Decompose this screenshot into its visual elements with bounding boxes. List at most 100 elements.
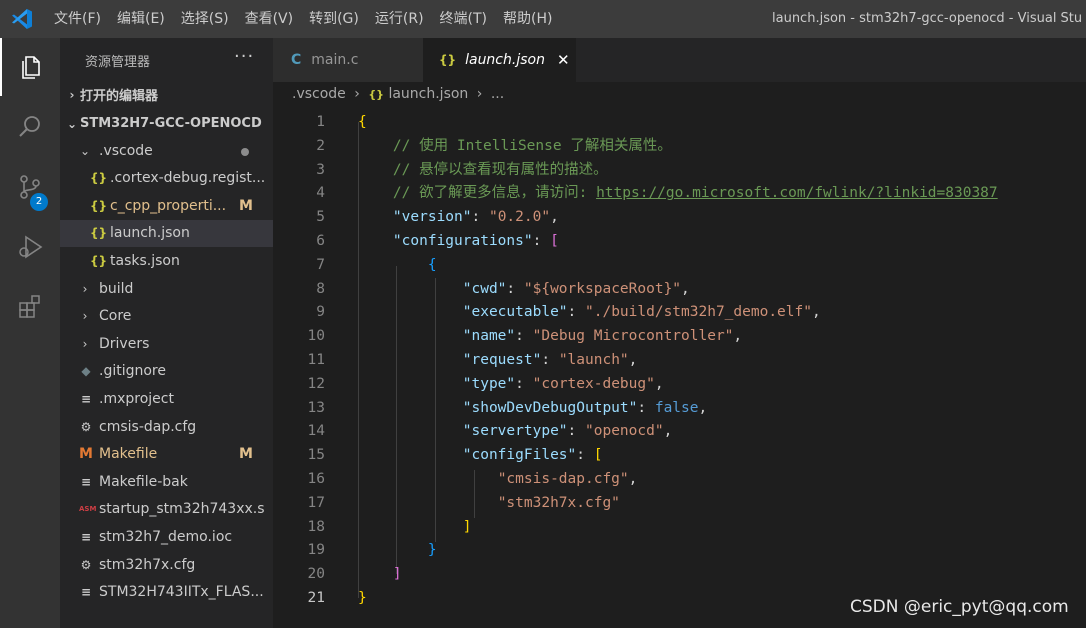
file-item[interactable]: ≡ Makefile-bak	[60, 468, 273, 495]
close-icon[interactable]: ✕	[557, 51, 570, 69]
line-number: 9	[316, 304, 325, 321]
menu-item[interactable]: 选择(S)	[173, 0, 237, 38]
file-item[interactable]: ⚙ stm32h7x.cfg	[60, 551, 273, 578]
open-editors-section[interactable]: › 打开的编辑器	[60, 81, 273, 108]
line-number: 18	[307, 518, 325, 535]
code-token: :	[637, 399, 655, 416]
menu-item[interactable]: 运行(R)	[367, 0, 432, 38]
menu-item[interactable]: 帮助(H)	[495, 0, 560, 38]
code-editor[interactable]: 1{2 // 使用 IntelliSense 了解相关属性。 3 // 悬停以查看…	[273, 110, 1086, 628]
file-item[interactable]: ≡ .mxproject	[60, 385, 273, 412]
json-file-icon: {}	[90, 226, 108, 241]
source-control-icon[interactable]: 2	[0, 158, 60, 216]
file-item[interactable]: ◆ .gitignore	[60, 358, 273, 385]
line-number: 16	[307, 471, 325, 487]
gear-icon: ⚙	[80, 419, 92, 434]
code-token: ,	[550, 209, 559, 226]
extensions-icon[interactable]	[0, 278, 60, 336]
explorer-title: 资源管理器	[85, 55, 151, 70]
code-line: 6 "configurations": [	[273, 229, 1086, 253]
chevron-right-icon: ›	[82, 281, 88, 296]
item-label: Makefile-bak	[99, 473, 188, 490]
code-text: "servertype": "openocd",	[358, 419, 673, 443]
project-root[interactable]: ⌄ STM32H7-GCC-OPENOCD	[60, 110, 273, 137]
more-actions-icon[interactable]: ···	[234, 46, 254, 67]
code-token: "launch"	[558, 352, 629, 368]
code-token: "openocd"	[585, 423, 664, 440]
code-line: 4 // 欲了解更多信息，请访问: https://go.microsoft.c…	[273, 181, 1086, 205]
tab-label: main.c	[311, 52, 359, 68]
menu-item[interactable]: 文件(F)	[46, 0, 109, 38]
menu-item[interactable]: 终端(T)	[432, 0, 495, 38]
window-title: launch.json - stm32h7-gcc-openocd - Visu…	[772, 11, 1083, 26]
menu-item[interactable]: 编辑(E)	[109, 0, 173, 38]
code-token: "showDevDebugOutput"	[462, 399, 638, 416]
item-label: cmsis-dap.cfg	[99, 418, 197, 435]
tab-main-c[interactable]: C main.c	[273, 38, 423, 82]
menu-item[interactable]: 转到(G)	[301, 0, 367, 38]
file-item[interactable]: ⚙ cmsis-dap.cfg	[60, 413, 273, 440]
folder-item[interactable]: ⌄ .vscode	[60, 137, 273, 164]
code-line: 9 "executable": "./build/stm32h7_demo.el…	[273, 300, 1086, 324]
file-item[interactable]: ≡ STM32H743IITx_FLAS...	[60, 579, 273, 606]
folder-item[interactable]: › build	[60, 275, 273, 302]
code-text: // 使用 IntelliSense 了解相关属性。	[358, 134, 672, 158]
folder-item[interactable]: › Drivers	[60, 330, 273, 357]
file-item[interactable]: M Makefile M	[60, 441, 273, 468]
code-token: // 悬停以查看现有属性的描述。	[392, 161, 608, 178]
file-item[interactable]: ≡ stm32h7_demo.ioc	[60, 523, 273, 550]
breadcrumb-separator: ›	[476, 86, 483, 102]
code-token: ,	[681, 280, 690, 297]
code-token: :	[515, 328, 533, 345]
code-token: ,	[811, 304, 821, 321]
run-debug-icon[interactable]	[0, 218, 60, 276]
gear-icon: ⚙	[80, 557, 92, 572]
title-bar: 文件(F) 编辑(E) 选择(S) 查看(V) 转到(G) 运行(R) 终端(T) 帮助(H)…	[0, 0, 1086, 38]
code-token: "executable"	[462, 304, 568, 321]
text-file-icon: ≡	[80, 474, 92, 489]
code-line: 20 ]	[273, 562, 1086, 586]
tab-launch-json[interactable]: {} launch.json ✕	[423, 38, 576, 82]
code-token: ,	[663, 423, 673, 440]
file-item[interactable]: {} c_cpp_properti... M	[60, 192, 273, 219]
breadcrumb-folder[interactable]: .vscode	[292, 86, 346, 102]
line-number: 2	[316, 137, 325, 154]
code-token: // 欲了解更多信息，请访问:	[392, 185, 597, 202]
code-text: "configFiles": [	[358, 443, 603, 467]
code-token: :	[506, 280, 524, 297]
folder-item[interactable]: › Core	[60, 303, 273, 330]
code-text: "name": "Debug Microcontroller",	[358, 324, 742, 348]
code-token: :	[532, 233, 551, 249]
breadcrumb-file[interactable]: launch.json	[388, 86, 468, 102]
breadcrumb-more[interactable]: ...	[491, 86, 504, 102]
code-token: :	[576, 447, 594, 464]
file-item[interactable]: {} .cortex-debug.regist...	[60, 165, 273, 192]
file-item[interactable]: {} tasks.json	[60, 247, 273, 274]
explorer-sidebar: 资源管理器 ··· › 打开的编辑器 ⌄ STM32H7-GCC-OPENOCD…	[60, 38, 273, 628]
file-item[interactable]: ASM startup_stm32h743xx.s	[60, 496, 273, 523]
search-icon[interactable]	[0, 98, 60, 156]
code-text: "executable": "./build/stm32h7_demo.elf"…	[358, 300, 821, 324]
code-token: "configFiles"	[462, 447, 577, 464]
code-token: }	[427, 542, 437, 559]
code-token: // 使用 IntelliSense 了解相关属性。	[392, 137, 672, 154]
code-token: "0.2.0"	[488, 209, 551, 226]
json-file-icon: {}	[439, 53, 457, 67]
menu-item[interactable]: 查看(V)	[237, 0, 302, 38]
breadcrumb-separator: ›	[354, 86, 360, 102]
explorer-icon[interactable]	[0, 38, 60, 96]
modified-badge: M	[239, 446, 253, 463]
code-token: :	[515, 375, 533, 392]
file-item[interactable]: {} launch.json	[60, 219, 273, 247]
item-label: Makefile	[99, 446, 158, 463]
